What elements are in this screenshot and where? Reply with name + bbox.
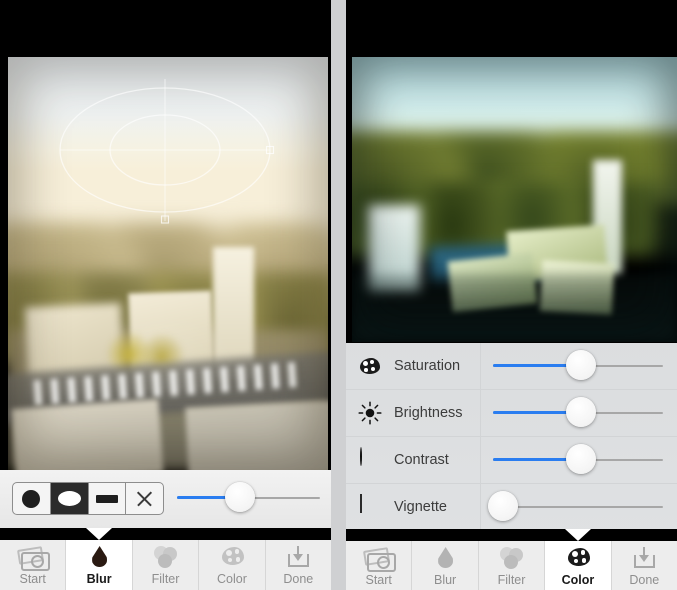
tab-filter[interactable]: Filter xyxy=(478,541,546,590)
tab-done[interactable]: Done xyxy=(265,540,331,590)
row-divider xyxy=(480,484,481,530)
palette-icon xyxy=(358,354,382,378)
tab-label: Color xyxy=(561,573,595,587)
active-tab-pointer xyxy=(86,528,113,540)
active-tab-pointer xyxy=(564,529,591,541)
tab-label: Blur xyxy=(433,573,457,587)
tab-done[interactable]: Done xyxy=(611,541,677,590)
vignette-icon xyxy=(358,494,382,519)
tab-label: Start xyxy=(19,572,46,586)
contrast-slider[interactable] xyxy=(493,444,663,474)
slider-thumb[interactable] xyxy=(566,350,597,380)
color-adjustments-panel: Saturation Brightness Contrast Vignette xyxy=(346,343,677,530)
blur-shape-linear-button[interactable] xyxy=(89,483,127,514)
droplet-icon xyxy=(82,544,116,570)
left-divider-strip xyxy=(0,528,331,540)
close-x-icon xyxy=(135,489,154,508)
bar-icon xyxy=(95,494,118,503)
adjustment-row-brightness[interactable]: Brightness xyxy=(346,390,677,437)
slider-track xyxy=(493,506,663,508)
adjustment-label: Vignette xyxy=(394,499,447,515)
tab-start[interactable]: Start xyxy=(0,540,67,590)
left-panel-blur-mode: Start Blur Filter Color Done xyxy=(0,0,331,590)
right-panel-color-mode: Saturation Brightness Contrast Vignette Sta… xyxy=(346,0,677,590)
right-divider-strip xyxy=(346,529,677,541)
photo-preview-blur[interactable] xyxy=(8,57,328,470)
adjustment-row-vignette[interactable]: Vignette xyxy=(346,484,677,530)
slider-thumb[interactable] xyxy=(566,444,597,474)
tab-color[interactable]: Color xyxy=(199,540,266,590)
row-divider xyxy=(480,343,481,389)
download-icon xyxy=(281,544,315,570)
panel-divider xyxy=(331,0,346,590)
palette-icon xyxy=(215,544,249,570)
blur-shape-segmented-control[interactable] xyxy=(12,482,164,515)
tab-label: Color xyxy=(216,572,247,586)
slider-thumb[interactable] xyxy=(566,397,597,427)
tab-blur[interactable]: Blur xyxy=(66,540,133,590)
ellipse-icon xyxy=(57,491,81,506)
droplet-icon xyxy=(428,545,462,571)
tab-label: Start xyxy=(365,573,392,587)
camera-icon xyxy=(16,544,50,571)
tab-label: Done xyxy=(283,572,314,586)
photo-preview-color[interactable] xyxy=(352,57,677,342)
saturation-slider[interactable] xyxy=(493,350,663,380)
tab-filter[interactable]: Filter xyxy=(132,540,200,590)
photo-vignette-layer xyxy=(8,57,328,470)
tab-start[interactable]: Start xyxy=(346,541,413,590)
slider-thumb[interactable] xyxy=(488,491,519,521)
tab-blur[interactable]: Blur xyxy=(412,541,479,590)
download-icon xyxy=(627,545,661,571)
tab-label: Filter xyxy=(497,573,526,587)
vignette-slider[interactable] xyxy=(488,491,663,521)
tab-label: Filter xyxy=(151,572,180,586)
adjustment-label: Saturation xyxy=(394,358,461,374)
app-screenshot: Start Blur Filter Color Done Saturation Brigh… xyxy=(0,0,677,590)
palette-icon xyxy=(561,545,595,571)
circles-icon xyxy=(149,544,183,570)
adjustment-label: Contrast xyxy=(394,452,449,468)
slider-thumb[interactable] xyxy=(224,482,255,512)
row-divider xyxy=(480,390,481,436)
tab-label: Done xyxy=(629,573,660,587)
blur-shape-ellipse-button[interactable] xyxy=(50,483,89,514)
camera-icon xyxy=(362,545,396,572)
row-divider xyxy=(480,437,481,483)
circles-icon xyxy=(495,545,529,571)
brightness-slider[interactable] xyxy=(493,397,663,427)
photo-vignette-layer xyxy=(352,57,677,342)
right-tab-bar[interactable]: Start Blur Filter Color Done xyxy=(346,541,677,590)
blur-amount-slider[interactable] xyxy=(177,482,320,512)
circle-icon xyxy=(22,489,41,508)
sun-icon xyxy=(358,401,382,425)
adjustment-row-contrast[interactable]: Contrast xyxy=(346,437,677,484)
blur-toolbar xyxy=(0,470,331,528)
adjustment-row-saturation[interactable]: Saturation xyxy=(346,343,677,390)
blur-shape-circle-button[interactable] xyxy=(13,483,51,514)
left-tab-bar[interactable]: Start Blur Filter Color Done xyxy=(0,540,331,590)
contrast-icon xyxy=(358,447,382,472)
tab-color[interactable]: Color xyxy=(545,541,612,590)
adjustment-label: Brightness xyxy=(394,405,463,421)
blur-shape-none-button[interactable] xyxy=(126,483,163,514)
tab-label: Blur xyxy=(86,572,112,586)
